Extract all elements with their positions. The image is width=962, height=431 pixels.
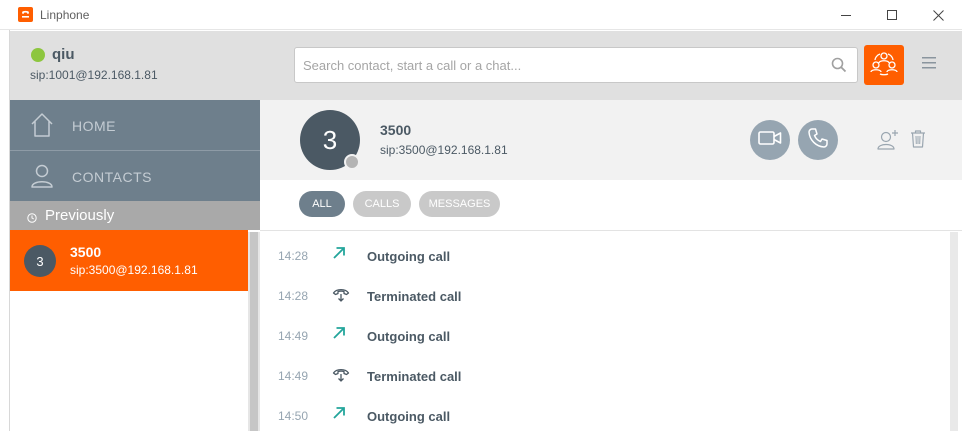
history-time: 14:49 (278, 329, 309, 343)
account-sip-address: sip:1001@192.168.1.81 (30, 68, 158, 82)
terminated-call-icon (332, 286, 350, 307)
history-event: Terminated call (367, 369, 462, 384)
title-bar: Linphone (0, 0, 962, 30)
history-event: Outgoing call (367, 249, 451, 264)
scrollbar-thumb[interactable] (950, 232, 958, 431)
conference-icon (870, 50, 898, 81)
history-time: 14:50 (278, 409, 309, 423)
filter-all[interactable]: ALL (299, 191, 345, 217)
history-row: 14:28 Outgoing call (260, 234, 946, 274)
history-event: Outgoing call (367, 409, 451, 424)
delete-history-icon[interactable] (910, 129, 926, 154)
nav-item-label: CONTACTS (72, 169, 152, 185)
window-title: Linphone (40, 8, 90, 22)
history-row: 14:28 Terminated call (260, 274, 946, 314)
video-camera-icon (758, 130, 782, 151)
entry-name: 3500 (70, 244, 102, 260)
minimize-icon (841, 14, 851, 16)
presence-indicator (31, 48, 45, 62)
previously-label: Previously (45, 207, 115, 224)
menu-button[interactable] (922, 55, 940, 73)
search-box[interactable] (294, 47, 858, 83)
sidebar: HOME CONTACTS Previously 3 3500 sip:3500… (10, 100, 260, 431)
history-row: 14:50 Outgoing call (260, 394, 946, 431)
entry-sip-address: sip:3500@192.168.1.81 (70, 263, 198, 277)
contact-avatar: 3 (300, 110, 360, 170)
contact-avatar-initial: 3 (322, 124, 338, 155)
linphone-logo-icon (18, 7, 33, 22)
list-divider-scrollbar[interactable] (248, 232, 260, 431)
history-list: 14:28 Outgoing call 14:28 Terminated cal… (248, 232, 962, 431)
hamburger-menu-icon (922, 57, 936, 75)
linphone-window: Linphone qiu sip:1001@192.168.1.81 Searc… (0, 0, 962, 431)
history-row: 14:49 Outgoing call (260, 314, 946, 354)
outgoing-call-icon (332, 326, 346, 345)
contact-name: 3500 (380, 122, 412, 138)
nav-item-contacts[interactable]: CONTACTS (10, 151, 260, 201)
phone-icon (807, 127, 829, 154)
search-input[interactable] (303, 48, 813, 82)
account-username[interactable]: qiu (52, 46, 75, 63)
contact-header: 3 3500 sip:3500@192.168.1.81 (260, 100, 962, 180)
video-call-button[interactable] (750, 120, 790, 160)
account-header: qiu sip:1001@192.168.1.81 (10, 31, 962, 100)
maximize-button[interactable] (869, 0, 915, 30)
history-filter-bar: ALL CALLS MESSAGES (260, 180, 962, 231)
maximize-icon (887, 10, 897, 20)
nav-item-home[interactable]: HOME (10, 100, 260, 150)
history-row: 14:49 Terminated call (260, 354, 946, 394)
contact-presence-indicator (344, 154, 360, 170)
history-time: 14:49 (278, 369, 309, 383)
terminated-call-icon (332, 366, 350, 387)
close-button[interactable] (915, 0, 961, 30)
history-event: Outgoing call (367, 329, 451, 344)
search-icon[interactable] (831, 57, 847, 78)
scrollbar-thumb[interactable] (250, 232, 258, 431)
history-event: Terminated call (367, 289, 462, 304)
home-icon (30, 112, 54, 143)
conference-button[interactable] (864, 45, 904, 85)
audio-call-button[interactable] (798, 120, 838, 160)
filter-calls[interactable]: CALLS (353, 191, 411, 217)
contact-sip-address: sip:3500@192.168.1.81 (380, 143, 508, 157)
outgoing-call-icon (332, 246, 346, 265)
timeline-entry[interactable]: 3 3500 sip:3500@192.168.1.81 (10, 230, 248, 291)
add-contact-icon[interactable] (877, 129, 899, 156)
clock-icon (27, 210, 37, 228)
filter-messages[interactable]: MESSAGES (419, 191, 500, 217)
history-scrollbar[interactable] (946, 232, 962, 431)
contacts-icon (30, 163, 54, 194)
nav-item-label: HOME (72, 118, 116, 134)
history-time: 14:28 (278, 249, 309, 263)
previously-section-header: Previously (10, 201, 260, 230)
close-icon (932, 9, 944, 21)
minimize-button[interactable] (823, 0, 869, 30)
outgoing-call-icon (332, 406, 346, 425)
avatar: 3 (24, 245, 56, 277)
history-time: 14:28 (278, 289, 309, 303)
